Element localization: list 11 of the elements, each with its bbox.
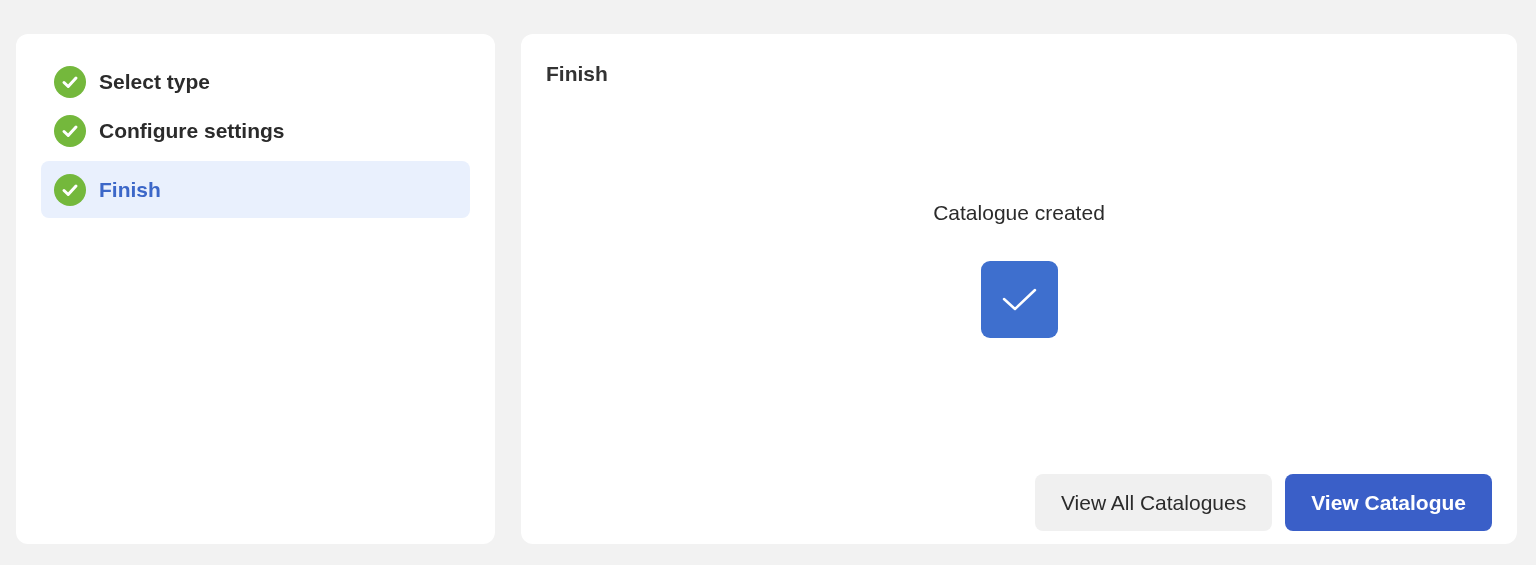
step-item[interactable]: Configure settings (41, 101, 470, 161)
view-all-button[interactable]: View All Catalogues (1034, 474, 1273, 531)
step-item[interactable]: Finish (41, 161, 470, 218)
checkmark-icon (980, 261, 1058, 338)
view-catalogue-button[interactable]: View Catalogue (1285, 474, 1492, 531)
check-circle-icon (54, 66, 86, 98)
success-message: Catalogue created (933, 201, 1105, 225)
panel-title: Finish (546, 62, 609, 86)
check-circle-icon (54, 115, 86, 147)
check-circle-icon (54, 173, 86, 206)
step-item[interactable]: Select type (41, 63, 470, 101)
